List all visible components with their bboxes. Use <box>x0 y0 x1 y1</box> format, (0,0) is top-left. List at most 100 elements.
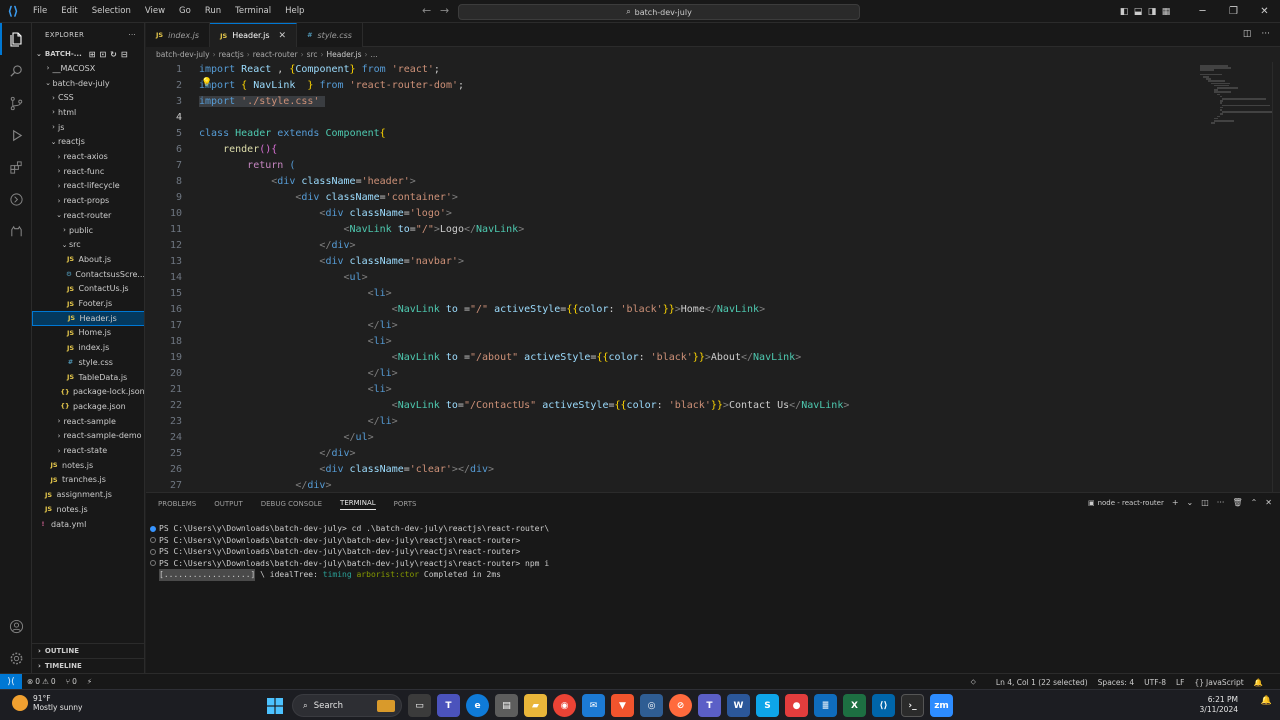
menu-terminal[interactable]: Terminal <box>228 0 278 23</box>
more-actions-icon[interactable]: ··· <box>128 31 136 39</box>
code-line[interactable]: </li> <box>199 414 398 430</box>
teams-icon[interactable]: T <box>437 694 460 717</box>
folder-item[interactable]: › CSS <box>32 90 144 105</box>
lightbulb-icon[interactable]: 💡 <box>201 78 212 88</box>
new-file-icon[interactable]: ⊞ <box>89 50 96 59</box>
terminal-output[interactable]: PS C:\Users\y\Downloads\batch-dev-july> … <box>146 523 1266 663</box>
edge-icon[interactable]: e <box>466 694 489 717</box>
code-line[interactable]: <NavLink to="/ContactUs" activeStyle={{c… <box>199 398 850 414</box>
breadcrumb-item[interactable]: src <box>307 50 318 59</box>
weather-widget[interactable]: 91°F Mostly sunny <box>12 694 82 712</box>
close-tab-icon[interactable]: ✕ <box>279 31 287 41</box>
code-editor[interactable]: 1 import React , {Component} from 'react'… <box>146 62 1280 492</box>
code-line[interactable]: <div className='clear'></div> <box>199 462 494 478</box>
windows-start-icon[interactable] <box>263 694 286 717</box>
code-line[interactable]: <div className='container'> <box>199 190 458 206</box>
code-line[interactable]: <NavLink to ="/about" activeStyle={{colo… <box>199 350 802 366</box>
panel-tab-debug-console[interactable]: DEBUG CONSOLE <box>261 500 322 508</box>
folder-item[interactable]: › __MACOSX <box>32 61 144 76</box>
folder-item[interactable]: › public <box>32 223 144 238</box>
teams-chat-icon[interactable]: T <box>698 694 721 717</box>
search-icon[interactable] <box>0 55 32 87</box>
folder-item[interactable]: ⌄ batch-dev-july <box>32 76 144 91</box>
cursor-position[interactable]: Ln 4, Col 1 (22 selected) <box>991 678 1093 687</box>
settings-gear-icon[interactable] <box>0 642 32 674</box>
excel-icon[interactable]: X <box>843 694 866 717</box>
problems-indicator[interactable]: ⊗ 0 ⚠ 0 <box>22 677 61 686</box>
tab-header-js[interactable]: JS Header.js ✕ <box>210 23 298 47</box>
code-line[interactable]: <div className='logo'> <box>199 206 452 222</box>
source-control-icon[interactable] <box>0 87 32 119</box>
postman-icon[interactable]: ⊘ <box>669 694 692 717</box>
file-item[interactable]: JS Header.js <box>32 310 144 326</box>
code-line[interactable]: <li> <box>199 334 392 350</box>
file-item[interactable]: JS TableData.js <box>32 370 144 385</box>
run-debug-icon[interactable] <box>0 119 32 151</box>
toggle-panel-icon[interactable]: ⬓ <box>1131 0 1145 23</box>
panel-tab-problems[interactable]: PROBLEMS <box>158 500 196 508</box>
notifications-icon[interactable]: 🔔 <box>1249 678 1268 687</box>
folder-item[interactable]: › react-lifecycle <box>32 179 144 194</box>
encoding[interactable]: UTF-8 <box>1139 678 1171 687</box>
store-icon[interactable]: ▤ <box>495 694 518 717</box>
file-item[interactable]: JS Footer.js <box>32 296 144 311</box>
close-window-button[interactable]: ✕ <box>1249 0 1280 23</box>
folder-item[interactable]: ⌄ src <box>32 237 144 252</box>
code-line[interactable]: import './style.css' <box>199 94 326 110</box>
folder-item[interactable]: ⌄ reactjs <box>32 135 144 150</box>
more-actions-icon[interactable]: ··· <box>1261 29 1270 39</box>
live-share-icon[interactable]: ⬦ <box>966 677 981 687</box>
toggle-secondary-sidebar-icon[interactable]: ◨ <box>1145 0 1159 23</box>
file-item[interactable]: {} package.json <box>32 399 144 414</box>
file-item[interactable]: JS Home.js <box>32 326 144 341</box>
code-line[interactable]: </div> <box>199 238 355 254</box>
outline-section[interactable]: › OUTLINE <box>32 643 144 658</box>
folder-item[interactable]: › react-sample-demo <box>32 429 144 444</box>
breadcrumb-item[interactable]: Header.js <box>327 50 362 59</box>
terminal-selector[interactable]: ▣ node - react-router <box>1088 499 1164 507</box>
breadcrumb-item[interactable]: reactjs <box>219 50 244 59</box>
app-icon[interactable]: W <box>727 694 750 717</box>
tab-style-css[interactable]: # style.css <box>297 23 363 47</box>
code-line[interactable]: class Header extends Component{ <box>199 126 386 142</box>
folder-item[interactable]: › react-state <box>32 443 144 458</box>
panel-tab-ports[interactable]: PORTS <box>394 500 417 508</box>
code-line[interactable]: import { NavLink } from 'react-router-do… <box>199 78 464 94</box>
remote-explorer-icon[interactable] <box>0 183 32 215</box>
file-item[interactable]: JS assignment.js <box>32 487 144 502</box>
menu-edit[interactable]: Edit <box>54 0 84 23</box>
remote-indicator-icon[interactable]: ⟩⟨ <box>0 673 22 690</box>
code-line[interactable]: import React , {Component} from 'react'; <box>199 62 440 78</box>
code-line[interactable]: return ( <box>199 158 295 174</box>
collapse-all-icon[interactable]: ⊟ <box>121 50 128 59</box>
new-terminal-icon[interactable]: + <box>1172 498 1179 507</box>
panel-tab-terminal[interactable]: TERMINAL <box>340 499 376 510</box>
zoom-icon[interactable]: zm <box>930 694 953 717</box>
minimap[interactable] <box>1196 62 1280 492</box>
breadcrumb-item[interactable]: ... <box>371 50 378 59</box>
folder-item[interactable]: ⌄ react-router <box>32 208 144 223</box>
command-decoration-icon[interactable] <box>150 548 156 555</box>
code-line[interactable]: </li> <box>199 318 398 334</box>
notification-bell-icon[interactable]: 🔔 <box>1261 696 1272 706</box>
code-line[interactable]: render(){ <box>199 142 277 158</box>
new-folder-icon[interactable]: ⊡ <box>99 50 106 59</box>
chrome-icon[interactable]: ◉ <box>553 694 576 717</box>
timeline-section[interactable]: › TIMELINE <box>32 658 144 673</box>
code-line[interactable]: </div> <box>199 478 331 492</box>
back-arrow-icon[interactable]: ← <box>422 4 431 17</box>
postgres-icon[interactable]: ◎ <box>640 694 663 717</box>
command-center[interactable]: ⌕ batch-dev-july <box>458 4 860 20</box>
clock[interactable]: 6:21 PM 3/11/2024 <box>1200 695 1238 715</box>
toggle-sidebar-icon[interactable]: ◧ <box>1117 0 1131 23</box>
folder-item[interactable]: › react-axios <box>32 149 144 164</box>
folder-item[interactable]: › react-func <box>32 164 144 179</box>
breadcrumb-item[interactable]: react-router <box>253 50 298 59</box>
breadcrumb-item[interactable]: batch-dev-july <box>156 50 210 59</box>
code-line[interactable]: <div className='header'> <box>199 174 416 190</box>
file-item[interactable]: JS ContactUs.js <box>32 282 144 297</box>
code-line[interactable]: </li> <box>199 366 398 382</box>
menu-go[interactable]: Go <box>172 0 198 23</box>
panel-tab-output[interactable]: OUTPUT <box>214 500 243 508</box>
app-notification-icon[interactable]: ● <box>785 694 808 717</box>
